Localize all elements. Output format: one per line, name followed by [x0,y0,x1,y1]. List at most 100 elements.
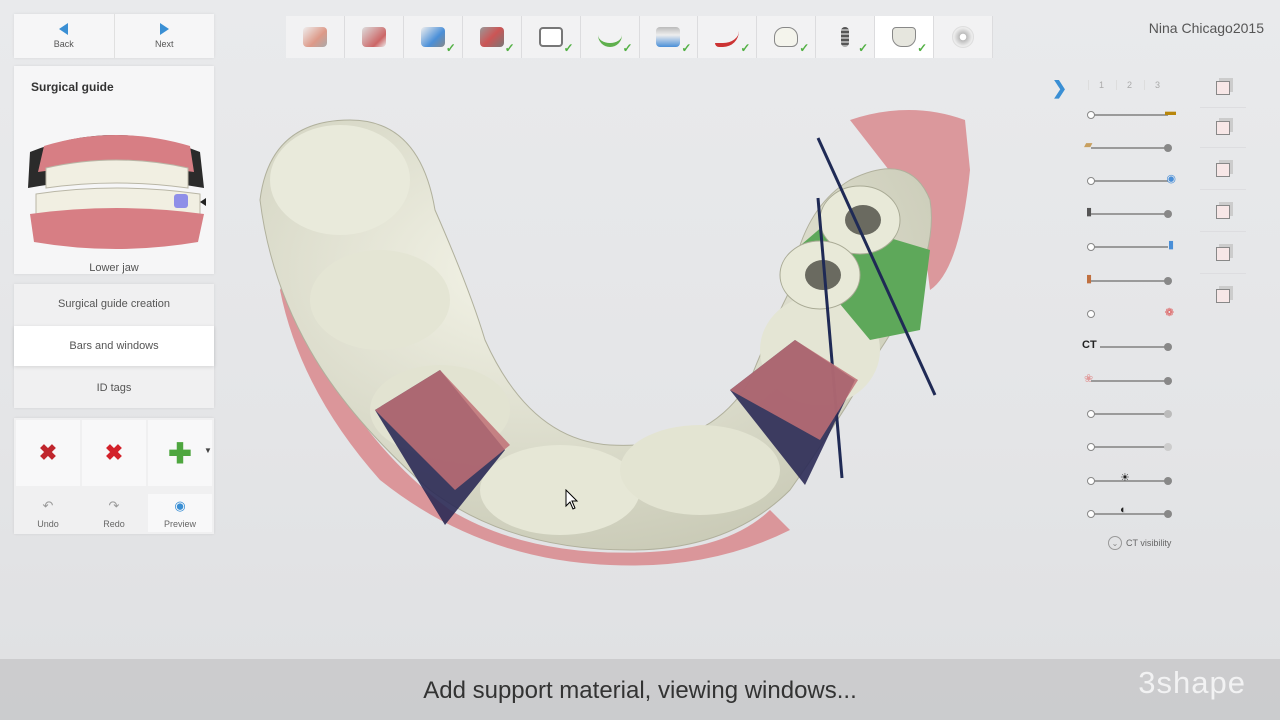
next-button[interactable]: Next [113,14,215,58]
slider-drill[interactable]: ▮ [1084,273,1176,288]
slider-tooth[interactable]: ◉ [1084,173,1176,188]
jaw-panel: Surgical guide Lower jaw [14,66,214,274]
check-icon: ✓ [445,41,456,55]
view-cube-icon [1216,120,1230,135]
slider-ct[interactable] [1084,340,1176,354]
wf-step-arch-curve[interactable]: ✓ [581,16,640,58]
slider-bone[interactable] [1084,440,1176,454]
tab-1[interactable]: 1 [1088,80,1114,90]
contrast-icon: ◐ [1120,504,1127,516]
next-label: Next [154,39,174,49]
plus-icon: ✚ [168,437,192,469]
view-left-button[interactable] [1200,192,1246,232]
wf-step-surgical-guide[interactable]: ✓ [875,16,935,58]
wf-step-tooth[interactable]: ✓ [757,16,817,58]
workflow-substeps: Surgical guide creation Bars and windows… [14,284,214,408]
sleeve-layer-icon: ▮ [1167,239,1174,251]
wf-step-order-form[interactable] [286,16,345,58]
preview-label: Preview [163,519,196,529]
view-right-button[interactable] [1200,234,1246,274]
surgical-guide-icon [892,27,917,47]
wf-step-patient-card[interactable] [345,16,404,58]
wf-step-sleeve[interactable]: ✓ [698,16,758,58]
view-top-button[interactable] [1200,68,1246,108]
soft-tissue-icon: ❀ [1084,373,1094,385]
back-button[interactable]: Back [14,14,114,58]
arch-curve-icon [597,27,622,47]
export-disc-icon [952,26,975,48]
redo-button[interactable]: ↷ Redo [82,494,146,532]
slider-crown[interactable]: ▰ [1084,139,1176,155]
panel-title: Surgical guide [31,80,114,94]
wf-step-ct-slice[interactable]: ✓ [522,16,581,58]
check-icon: ✓ [681,41,692,55]
wf-step-scan-import[interactable]: ✓ [404,16,463,58]
undo-button[interactable]: ↶ Undo [16,494,80,532]
delete-all-icon: ✖ [38,440,58,465]
dropdown-caret-icon[interactable]: ▼ [204,446,212,455]
user-name: Nina Chicago2015 [1148,20,1264,36]
slider-color[interactable]: ❁ [1084,307,1176,321]
slider-soft-tissue[interactable]: ❀ [1084,373,1176,388]
arrow-right-icon [159,23,169,35]
ct-visibility-toggle[interactable]: ⌄ CT visibility [1108,536,1171,550]
wf-step-implant-plan[interactable]: ✓ [640,16,699,58]
drill-icon: ▮ [1086,273,1093,285]
slider-sleeve[interactable]: ▮ [1084,239,1176,254]
back-label: Back [53,39,74,49]
redo-label: Redo [103,519,125,529]
check-icon: ✓ [740,41,751,55]
workflow-toolbar: ✓ ✓ ✓ ✓ ✓ ✓ ✓ ✓ ✓ [286,16,994,58]
order-form-icon [302,27,327,47]
jaw-label: Lower jaw [89,262,139,274]
add-button[interactable]: ✚ [148,420,212,486]
substep-guide-creation[interactable]: Surgical guide creation [14,284,214,324]
jaw-thumbnail[interactable] [24,124,209,250]
redo-icon: ↷ [108,498,120,513]
preview-button[interactable]: ◉ Preview [148,494,212,532]
action-panel: ✖ ✖ ✚ ▼ ↶ Undo ↷ Redo ◉ Preview [14,418,214,534]
slider-guide-opacity[interactable]: ▬ [1084,106,1176,122]
tooth-icon [774,27,799,47]
color-wheel-icon: ❁ [1164,307,1174,319]
view-bottom-button[interactable] [1200,276,1246,316]
slider-contrast[interactable]: ◐ [1084,504,1176,521]
sleeve-icon [715,27,740,47]
check-icon: ✓ [563,41,574,55]
mouse-cursor-icon [565,489,579,510]
substep-id-tags[interactable]: ID tags [14,368,214,408]
check-icon: ✓ [917,41,928,55]
scan-import-icon [420,27,445,47]
delete-all-button[interactable]: ✖ [16,420,80,486]
nav-bar: Back Next [14,14,214,58]
implant-screw-icon [841,27,850,47]
wf-step-implant-screw[interactable]: ✓ [816,16,876,58]
slider-brightness[interactable]: ☀ [1084,472,1176,488]
expand-panel-icon[interactable]: ❯ [1052,78,1067,99]
substep-bars-windows[interactable]: Bars and windows [14,326,214,366]
tab-2[interactable]: 2 [1116,80,1142,90]
view-back-button[interactable] [1200,150,1246,190]
wf-step-export[interactable] [934,16,994,58]
ct-slice-icon [538,27,563,47]
view-cube-icon [1216,162,1230,177]
caption-text: Add support material, viewing windows... [423,677,857,704]
slider-implant[interactable]: ▮ [1084,206,1176,221]
guide-layer-icon: ▬ [1165,106,1176,118]
delete-icon: ✖ [104,440,124,465]
patient-card-icon [361,27,386,47]
wf-step-implant-tools[interactable]: ✓ [463,16,522,58]
implant-icon: ▮ [1086,206,1093,218]
eye-icon: ◉ [174,498,186,513]
check-icon: ✓ [622,41,633,55]
undo-label: Undo [37,519,59,529]
view-cube-icon [1216,80,1230,95]
delete-button[interactable]: ✖ [82,420,146,486]
implant-plan-icon [656,27,681,47]
view-front-button[interactable] [1200,108,1246,148]
arrow-left-icon [59,23,69,35]
slider-nerve[interactable] [1084,407,1176,421]
tab-3[interactable]: 3 [1144,80,1170,90]
view-cube-icon [1216,204,1230,219]
3d-viewport[interactable] [230,90,1030,570]
